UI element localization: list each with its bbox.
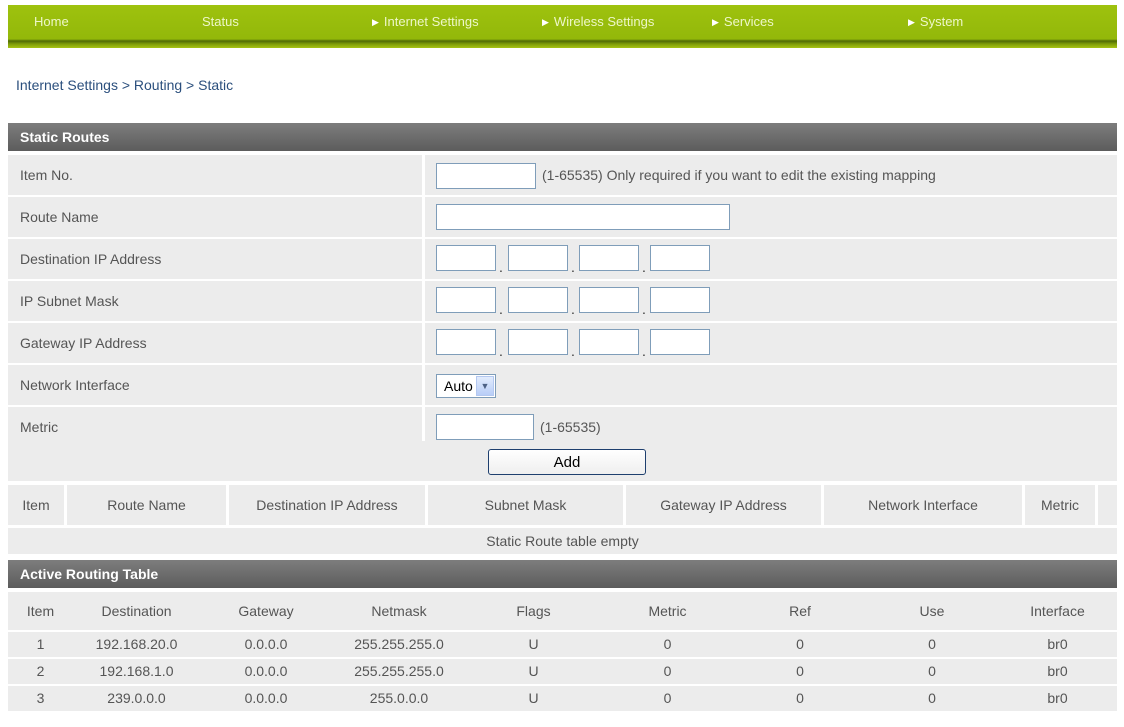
nav-internet-settings[interactable]: ▶ Internet Settings xyxy=(372,5,479,39)
active-col-metric: Metric xyxy=(648,603,687,619)
add-button[interactable]: Add xyxy=(488,449,646,475)
nav-wireless-settings[interactable]: ▶ Wireless Settings xyxy=(542,5,654,39)
active-cell-destination: 192.168.1.0 xyxy=(99,663,174,679)
subnet-mask-label: IP Subnet Mask xyxy=(20,293,119,309)
active-cell-use: 0 xyxy=(928,663,936,679)
active-col-netmask: Netmask xyxy=(371,603,427,619)
static-col-route-name: Route Name xyxy=(107,497,186,513)
active-cell-netmask: 255.255.255.0 xyxy=(354,663,444,679)
static-routes-header: Static Routes xyxy=(8,123,1117,151)
active-cell-interface: br0 xyxy=(1047,636,1068,652)
active-cell-interface: br0 xyxy=(1047,690,1068,706)
destination-ip-octet-1[interactable] xyxy=(436,245,496,271)
active-cell-gateway: 0.0.0.0 xyxy=(244,663,288,679)
route-name-input[interactable] xyxy=(436,204,730,230)
gateway-ip-row: Gateway IP Address . . . xyxy=(8,323,1117,363)
triangle-right-icon: ▶ xyxy=(712,17,719,27)
active-routing-table: Item Destination Gateway Netmask Flags M… xyxy=(8,592,1117,724)
static-col-subnet-mask: Subnet Mask xyxy=(484,497,567,513)
route-name-row: Route Name xyxy=(8,197,1117,237)
item-no-input[interactable] xyxy=(436,163,536,189)
active-col-ref: Ref xyxy=(789,603,811,619)
destination-ip-label: Destination IP Address xyxy=(20,251,162,267)
active-col-interface: Interface xyxy=(1030,603,1085,619)
top-nav: Home Status ▶ Internet Settings ▶ Wireless… xyxy=(8,5,1117,48)
static-col-gateway: Gateway IP Address xyxy=(660,497,787,513)
gateway-ip-octet-3[interactable] xyxy=(579,329,639,355)
static-route-empty-message: Static Route table empty xyxy=(486,533,639,549)
add-row: Add xyxy=(8,441,1117,481)
destination-ip-octet-2[interactable] xyxy=(508,245,568,271)
destination-ip-row: Destination IP Address . . . xyxy=(8,239,1117,279)
active-cell-netmask: 255.0.0.0 xyxy=(369,690,429,706)
nav-services[interactable]: ▶ Services xyxy=(712,5,774,39)
route-name-label: Route Name xyxy=(20,209,99,225)
metric-input[interactable] xyxy=(436,414,534,440)
active-col-gateway: Gateway xyxy=(238,603,294,619)
static-route-table: Item Route Name Destination IP Address S… xyxy=(8,485,1117,555)
chevron-down-icon: ▼ xyxy=(476,376,494,396)
static-col-item: Item xyxy=(22,497,50,513)
destination-ip-octet-3[interactable] xyxy=(579,245,639,271)
triangle-right-icon: ▶ xyxy=(908,17,915,27)
active-cell-interface: br0 xyxy=(1047,663,1068,679)
destination-ip-octet-4[interactable] xyxy=(650,245,710,271)
active-col-item: Item xyxy=(26,603,55,619)
static-col-metric: Metric xyxy=(1040,497,1080,513)
active-cell-use: 0 xyxy=(928,690,936,706)
active-cell-item: 3 xyxy=(36,690,45,706)
active-cell-metric: 0 xyxy=(663,690,672,706)
network-interface-label: Network Interface xyxy=(20,377,130,393)
active-col-destination: Destination xyxy=(101,603,172,619)
nav-system[interactable]: ▶ System xyxy=(908,5,963,39)
static-col-interface: Network Interface xyxy=(868,497,978,513)
static-col-destination: Destination IP Address xyxy=(256,497,398,513)
nav-home[interactable]: Home xyxy=(34,5,69,39)
gateway-ip-octet-2[interactable] xyxy=(508,329,568,355)
nav-status[interactable]: Status xyxy=(202,5,239,39)
network-interface-value: Auto xyxy=(444,378,473,394)
active-cell-metric: 0 xyxy=(663,636,672,652)
triangle-right-icon: ▶ xyxy=(372,17,379,27)
active-cell-destination: 192.168.20.0 xyxy=(95,636,178,652)
active-cell-netmask: 255.255.255.0 xyxy=(354,636,444,652)
active-cell-ref: 0 xyxy=(796,663,804,679)
active-cell-flags: U xyxy=(528,663,539,679)
subnet-mask-octet-4[interactable] xyxy=(650,287,710,313)
active-cell-item: 2 xyxy=(36,663,45,679)
active-cell-destination: 239.0.0.0 xyxy=(107,690,166,706)
active-col-use: Use xyxy=(919,603,945,619)
subnet-mask-octet-2[interactable] xyxy=(508,287,568,313)
active-cell-gateway: 0.0.0.0 xyxy=(244,636,288,652)
active-cell-use: 0 xyxy=(928,636,936,652)
active-cell-gateway: 0.0.0.0 xyxy=(244,690,288,706)
triangle-right-icon: ▶ xyxy=(542,17,549,27)
breadcrumb: Internet Settings > Routing > Static xyxy=(16,77,234,93)
active-cell-ref: 0 xyxy=(796,636,804,652)
subnet-mask-octet-3[interactable] xyxy=(579,287,639,313)
active-cell-flags: U xyxy=(528,636,539,652)
subnet-mask-octet-1[interactable] xyxy=(436,287,496,313)
active-col-flags: Flags xyxy=(516,603,551,619)
network-interface-row: Network Interface Auto ▼ xyxy=(8,365,1117,405)
gateway-ip-octet-1[interactable] xyxy=(436,329,496,355)
active-cell-item: 1 xyxy=(36,636,45,652)
active-cell-flags: U xyxy=(528,690,539,706)
active-routing-header: Active Routing Table xyxy=(8,560,1117,588)
subnet-mask-row: IP Subnet Mask . . . xyxy=(8,281,1117,321)
gateway-ip-octet-4[interactable] xyxy=(650,329,710,355)
item-no-label: Item No. xyxy=(20,167,73,183)
active-cell-metric: 0 xyxy=(663,663,672,679)
item-no-hint: (1-65535) Only required if you want to e… xyxy=(542,167,936,183)
network-interface-select[interactable]: Auto ▼ xyxy=(436,374,496,398)
item-no-row: Item No. (1-65535) Only required if you … xyxy=(8,155,1117,195)
active-cell-ref: 0 xyxy=(796,690,804,706)
gateway-ip-label: Gateway IP Address xyxy=(20,335,147,351)
